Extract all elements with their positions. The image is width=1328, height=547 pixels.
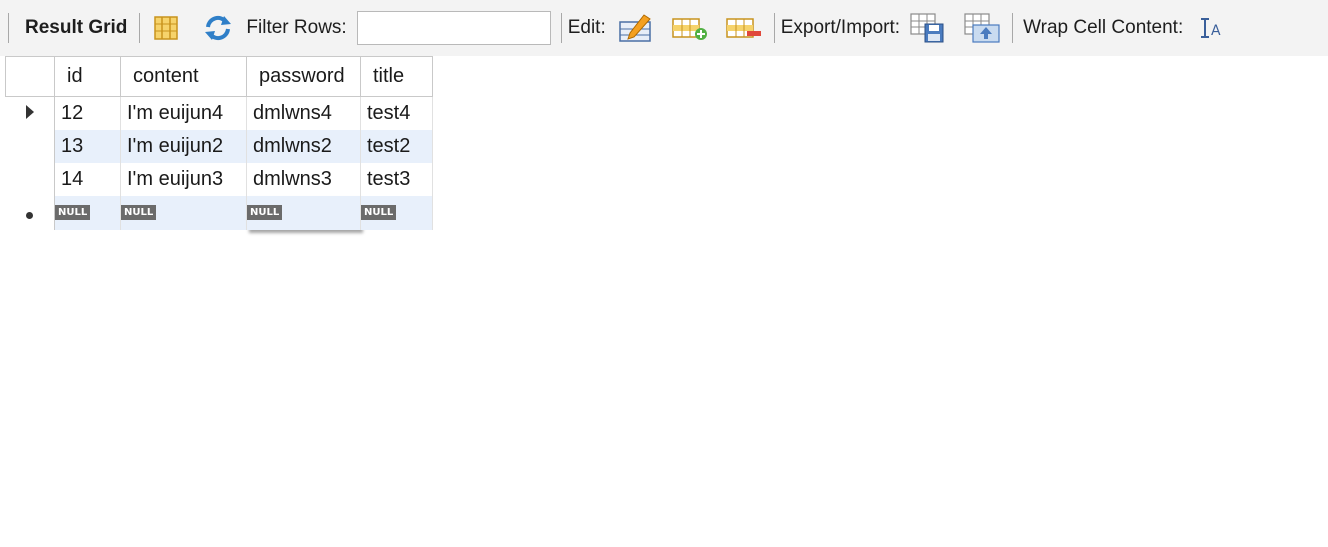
result-grid: id content password title 12 I'm euijun4…: [5, 56, 433, 230]
cell-content-null[interactable]: NULL: [120, 195, 247, 230]
cell-title[interactable]: test4: [360, 96, 433, 130]
cell-title[interactable]: test3: [360, 162, 433, 196]
toolbar-separator: [8, 13, 9, 43]
cell-password[interactable]: dmlwns3: [246, 162, 361, 196]
table-row[interactable]: 13 I'm euijun2 dmlwns2 test2: [5, 129, 433, 163]
current-row-arrow-icon: [5, 96, 55, 130]
cell-id[interactable]: 14: [54, 162, 121, 196]
toolbar-separator: [773, 13, 775, 43]
edit-label: Edit:: [567, 17, 606, 38]
column-header-password[interactable]: password: [246, 56, 361, 97]
cell-content[interactable]: I'm euijun3: [120, 162, 247, 196]
cell-id[interactable]: 13: [54, 129, 121, 163]
result-toolbar: Result Grid Filter Rows: Edit: Export/Im…: [0, 0, 1328, 56]
cell-password[interactable]: dmlwns2: [246, 129, 361, 163]
row-header-corner: [5, 56, 55, 97]
cell-id-null[interactable]: NULL: [54, 195, 121, 230]
refresh-icon[interactable]: [198, 11, 238, 45]
import-icon[interactable]: [962, 11, 1002, 45]
svg-text:A: A: [1211, 23, 1221, 39]
null-badge: NULL: [361, 204, 397, 220]
column-header-id[interactable]: id: [54, 56, 121, 97]
cell-title[interactable]: test2: [360, 129, 433, 163]
cell-password-null[interactable]: NULL: [246, 195, 361, 230]
filter-rows-label: Filter Rows:: [246, 17, 347, 38]
table-row[interactable]: 14 I'm euijun3 dmlwns3 test3: [5, 162, 433, 196]
toolbar-separator: [560, 13, 562, 43]
wrap-text-icon[interactable]: A: [1191, 11, 1231, 45]
cell-password[interactable]: dmlwns4: [246, 96, 361, 130]
table-row[interactable]: 12 I'm euijun4 dmlwns4 test4: [5, 96, 433, 130]
export-import-label: Export/Import:: [780, 17, 901, 38]
null-badge: NULL: [55, 204, 91, 220]
edit-pencil-icon[interactable]: [616, 11, 656, 45]
row-header: [5, 129, 55, 163]
null-badge: NULL: [121, 204, 157, 220]
cell-content[interactable]: I'm euijun4: [120, 96, 247, 130]
new-row[interactable]: NULL NULL NULL NULL: [5, 195, 433, 230]
delete-row-icon[interactable]: [724, 11, 764, 45]
export-save-icon[interactable]: [908, 11, 948, 45]
toolbar-separator: [1012, 13, 1014, 43]
null-badge: NULL: [247, 204, 283, 220]
row-header: [5, 162, 55, 196]
toolbar-separator: [139, 13, 141, 43]
column-header-title[interactable]: title: [360, 56, 433, 97]
add-row-icon[interactable]: [670, 11, 710, 45]
new-row-marker-icon: [5, 195, 55, 230]
result-grid-label: Result Grid: [25, 17, 128, 38]
wrap-cell-content-label: Wrap Cell Content:: [1023, 17, 1184, 38]
header-row: id content password title: [5, 56, 433, 97]
column-header-content[interactable]: content: [120, 56, 247, 97]
filter-rows-input[interactable]: [356, 11, 551, 45]
cell-id[interactable]: 12: [54, 96, 121, 130]
cell-title-null[interactable]: NULL: [360, 195, 433, 230]
grid-layout-icon[interactable]: [146, 11, 186, 45]
cell-content[interactable]: I'm euijun2: [120, 129, 247, 163]
